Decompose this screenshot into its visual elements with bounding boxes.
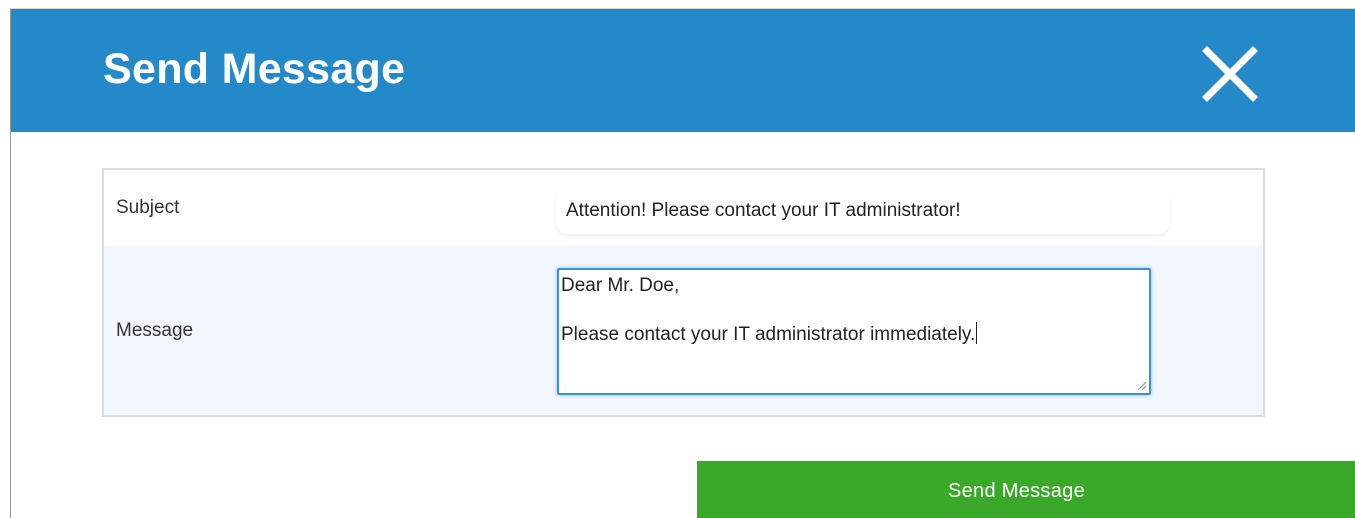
message-form: Subject Message Dear Mr. Doe, Please con… (102, 168, 1265, 417)
message-textarea[interactable]: Dear Mr. Doe, Please contact your IT adm… (557, 268, 1151, 395)
message-label: Message (116, 320, 194, 341)
dialog-title: Send Message (103, 45, 406, 93)
close-button[interactable] (1195, 39, 1265, 109)
send-message-button[interactable]: Send Message (697, 461, 1355, 518)
subject-input[interactable] (556, 188, 1170, 234)
resize-handle-icon[interactable] (1135, 379, 1147, 391)
close-icon (1202, 46, 1258, 102)
dialog-header: Send Message (11, 9, 1355, 132)
text-cursor (976, 322, 978, 344)
subject-row: Subject (104, 170, 1263, 246)
message-row: Message Dear Mr. Doe, Please contact you… (104, 246, 1263, 415)
send-message-dialog: Send Message Subject Message Dear Mr. Do… (10, 8, 1355, 518)
subject-label: Subject (116, 197, 180, 218)
message-text: Dear Mr. Doe, Please contact your IT adm… (561, 275, 976, 345)
